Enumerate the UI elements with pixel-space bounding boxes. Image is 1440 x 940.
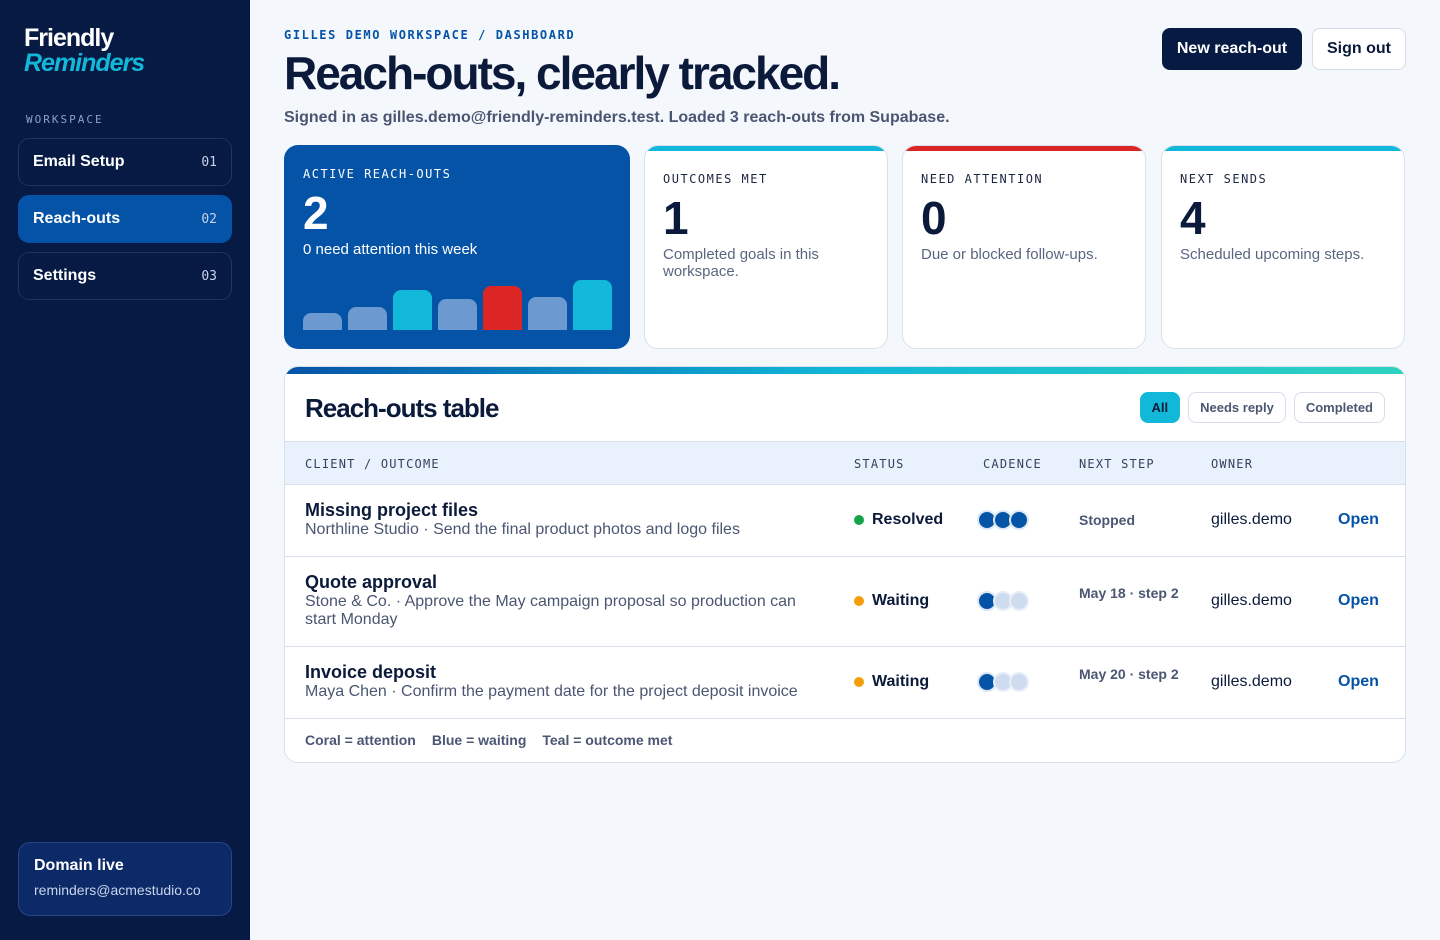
- column-header-cadence: CADENCE: [983, 457, 1042, 471]
- sidebar: Friendly Reminders WORKSPACE Email Setup…: [0, 0, 250, 940]
- legend-item: Teal = outcome met: [542, 732, 673, 748]
- card-accent-bar: [1162, 146, 1404, 151]
- stat-subtext: Scheduled upcoming steps.: [1180, 246, 1365, 263]
- sidebar-item-email-setup[interactable]: Email Setup 01: [18, 138, 232, 186]
- brand-line-2: Reminders: [24, 49, 145, 77]
- stat-subtext: Completed goals in this workspace.: [663, 246, 819, 280]
- sidebar-item-number: 01: [201, 154, 217, 170]
- filter-completed[interactable]: Completed: [1293, 392, 1385, 423]
- filter-group: All Needs reply Completed: [1139, 392, 1385, 423]
- table-row[interactable]: Quote approval Stone & Co. · Approve the…: [285, 557, 1405, 647]
- sidebar-item-label: Settings: [33, 267, 97, 284]
- color-legend: Coral = attention Blue = waiting Teal = …: [305, 732, 672, 748]
- sign-out-button[interactable]: Sign out: [1312, 28, 1406, 70]
- stat-label: NEED ATTENTION: [921, 172, 1044, 186]
- row-description: Stone & Co. · Approve the May campaign p…: [305, 593, 796, 628]
- next-step: May 20 · step 2: [1079, 666, 1179, 682]
- column-header-client: CLIENT / OUTCOME: [305, 457, 440, 471]
- next-sends-card: NEXT SENDS 4 Scheduled upcoming steps.: [1161, 145, 1405, 349]
- sidebar-item-reach-outs[interactable]: Reach-outs 02: [18, 195, 232, 243]
- status-label: Waiting: [872, 592, 930, 609]
- status-dot-icon: [854, 596, 864, 606]
- cadence-step-icon: [1009, 672, 1029, 692]
- owner: gilles.demo: [1211, 673, 1292, 690]
- workspace-section-label: WORKSPACE: [26, 113, 104, 126]
- next-step: May 18 · step 2: [1079, 585, 1179, 601]
- card-accent-bar: [903, 146, 1145, 151]
- cadence-step-icon: [1009, 510, 1029, 530]
- filter-needs-reply[interactable]: Needs reply: [1188, 392, 1286, 423]
- row-description: Maya Chen · Confirm the payment date for…: [305, 683, 798, 700]
- panel-accent-bar: [285, 367, 1405, 374]
- mini-chart-bar: [348, 307, 387, 330]
- stat-value: 4: [1180, 192, 1206, 244]
- sidebar-item-settings[interactable]: Settings 03: [18, 252, 232, 300]
- status-label: Waiting: [872, 673, 930, 690]
- domain-status-title: Domain live: [34, 857, 124, 874]
- status-dot-icon: [854, 515, 864, 525]
- stat-value: 2: [303, 187, 329, 239]
- mini-chart-bar: [393, 290, 432, 330]
- cadence-indicator: [977, 510, 1029, 530]
- stat-subtext: Due or blocked follow-ups.: [921, 246, 1098, 263]
- new-reach-out-button[interactable]: New reach-out: [1162, 28, 1302, 70]
- table-title: Reach-outs table: [305, 393, 499, 423]
- row-title: Missing project files: [305, 500, 479, 520]
- open-link[interactable]: Open: [1338, 673, 1379, 691]
- stat-value: 0: [921, 192, 947, 244]
- owner: gilles.demo: [1211, 511, 1292, 528]
- activity-mini-chart: [303, 278, 612, 330]
- sidebar-item-number: 02: [201, 211, 217, 227]
- status-dot-icon: [854, 677, 864, 687]
- mini-chart-bar: [528, 297, 567, 330]
- status-badge: Resolved: [854, 511, 943, 529]
- stat-label: OUTCOMES MET: [663, 172, 768, 186]
- row-title: Invoice deposit: [305, 662, 437, 682]
- table-header: CLIENT / OUTCOME STATUS CADENCE NEXT STE…: [285, 441, 1405, 485]
- mini-chart-bar: [483, 286, 522, 330]
- legend-item: Blue = waiting: [431, 732, 527, 748]
- mini-chart-bar: [573, 280, 612, 330]
- stat-value: 1: [663, 192, 689, 244]
- table-row[interactable]: Missing project files Northline Studio ·…: [285, 485, 1405, 557]
- card-accent-bar: [645, 146, 887, 151]
- reach-outs-table-panel: Reach-outs table All Needs reply Complet…: [284, 366, 1406, 763]
- stat-label: ACTIVE REACH-OUTS: [303, 167, 452, 181]
- domain-email: reminders@acmestudio.co: [34, 882, 201, 898]
- cadence-indicator: [977, 672, 1029, 692]
- need-attention-card: NEED ATTENTION 0 Due or blocked follow-u…: [902, 145, 1146, 349]
- open-link[interactable]: Open: [1338, 592, 1379, 610]
- sidebar-item-number: 03: [201, 268, 217, 284]
- table-row[interactable]: Invoice deposit Maya Chen · Confirm the …: [285, 647, 1405, 719]
- outcomes-met-card: OUTCOMES MET 1 Completed goals in this w…: [644, 145, 888, 349]
- row-title: Quote approval: [305, 572, 438, 592]
- cadence-step-icon: [1009, 591, 1029, 611]
- status-badge: Waiting: [854, 592, 929, 610]
- status-label: Resolved: [872, 511, 944, 528]
- brand-line-1: Friendly: [24, 24, 114, 52]
- column-header-next-step: NEXT STEP: [1079, 457, 1155, 471]
- signed-in-status: Signed in as gilles.demo@friendly-remind…: [284, 109, 950, 126]
- active-reach-outs-card: ACTIVE REACH-OUTS 2 0 need attention thi…: [284, 145, 630, 349]
- legend-item: Coral = attention: [305, 732, 416, 748]
- owner: gilles.demo: [1211, 592, 1292, 609]
- mini-chart-bar: [303, 313, 342, 330]
- stat-subtext: 0 need attention this week: [303, 241, 478, 258]
- status-badge: Waiting: [854, 673, 929, 691]
- row-description: Northline Studio · Send the final produc…: [305, 521, 740, 538]
- sidebar-item-label: Email Setup: [33, 153, 125, 170]
- sidebar-item-label: Reach-outs: [33, 210, 121, 227]
- domain-status-box: Domain live reminders@acmestudio.co: [18, 842, 232, 916]
- stat-label: NEXT SENDS: [1180, 172, 1268, 186]
- column-header-status: STATUS: [854, 457, 905, 471]
- column-header-owner: OWNER: [1211, 457, 1254, 471]
- cadence-indicator: [977, 591, 1029, 611]
- next-step: Stopped: [1079, 512, 1135, 528]
- breadcrumb: GILLES DEMO WORKSPACE / DASHBOARD: [284, 28, 576, 42]
- page-title: Reach-outs, clearly tracked.: [284, 47, 841, 99]
- open-link[interactable]: Open: [1338, 511, 1379, 529]
- filter-all[interactable]: All: [1139, 392, 1181, 423]
- mini-chart-bar: [438, 299, 477, 330]
- brand-logo[interactable]: Friendly Reminders: [24, 24, 145, 77]
